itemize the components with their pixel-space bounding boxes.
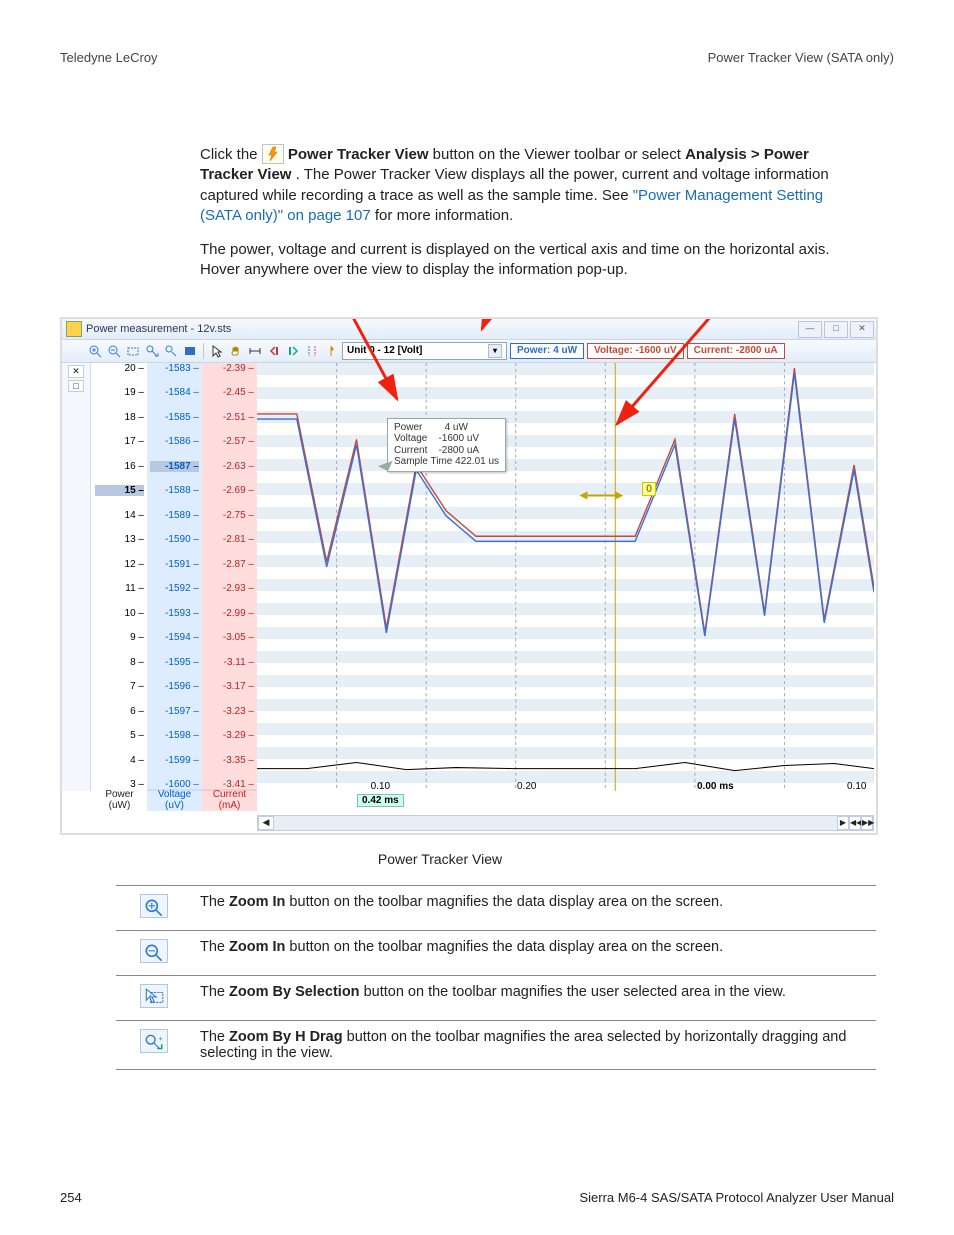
scroll-left-icon[interactable]: ◀ [258,816,274,830]
voltage-readout: Voltage: -1600 uV [587,343,684,359]
close-button[interactable]: ✕ [850,321,874,338]
zoom-vdrag-icon[interactable] [163,343,179,359]
scroll-ffwd-icon[interactable]: ▶▶ [861,816,873,830]
p1-mid: button on the Viewer toolbar or select [433,146,685,163]
toolbar: Unit 0 - 12 [Volt] ▾ Power: 4 uW Voltage… [62,340,876,363]
unit-dropdown-label: Unit 0 - 12 [Volt] [347,345,422,356]
axis-label-row: Power(uW) Voltage(uV) Current(mA) [92,789,257,811]
table-row: The Zoom By Selection button on the tool… [116,975,876,1020]
manual-title: Sierra M6-4 SAS/SATA Protocol Analyzer U… [579,1190,894,1205]
power-tracker-screenshot: Power measurement - 12v.sts — □ ✕ [60,317,878,835]
horizontal-scrollbar[interactable]: ◀ ▶ ◀◀ ▶▶ [257,815,874,831]
hover-tooltip: Power 4 uW Voltage -1600 uV Current -280… [387,418,506,472]
plot-svg [257,363,874,791]
y-axes: 20 –19 –18 –17 –16 –15 –14 –13 –12 –11 –… [92,363,257,791]
zoom-in-icon [140,894,168,918]
p1-end: for more information. [375,207,513,224]
current-axis: -2.39 –-2.45 –-2.51 –-2.57 –-2.63 –-2.69… [202,363,257,791]
maximize-button[interactable]: □ [824,321,848,338]
voltage-axis: -1583 –-1584 –-1585 –-1586 –-1587 –-1588… [147,363,202,791]
tool-description-table: The Zoom In button on the toolbar magnif… [116,885,876,1070]
scroll-play-icon[interactable]: ▶ [837,816,849,830]
zoom-in-icon[interactable] [87,343,103,359]
power-axis: 20 –19 –18 –17 –16 –15 –14 –13 –12 –11 –… [92,363,147,791]
figure-caption: Power Tracker View [340,851,540,867]
app-icon [66,321,82,337]
window-title: Power measurement - 12v.sts [86,323,231,335]
marker-add-icon[interactable] [323,343,339,359]
left-gutter: ✕□ [62,363,91,791]
table-row: The Zoom In button on the toolbar magnif… [116,885,876,930]
page-number: 254 [60,1190,82,1205]
current-readout: Current: -2800 uA [687,343,785,359]
header-right: Power Tracker View (SATA only) [708,50,894,65]
p2: The power, voltage and current is displa… [200,240,860,281]
table-row: The Zoom In button on the toolbar magnif… [116,930,876,975]
flag-prev-icon[interactable] [266,343,282,359]
svg-text:+: + [158,1033,163,1042]
fit-icon[interactable] [182,343,198,359]
marker-config-icon[interactable] [304,343,320,359]
flag-next-icon[interactable] [285,343,301,359]
chevron-down-icon: ▾ [488,344,502,358]
hand-icon[interactable] [228,343,244,359]
scroll-rew-icon[interactable]: ◀◀ [849,816,861,830]
main-content: Click the Power Tracker View button on t… [200,145,860,281]
marker-zero-label: 0 [642,482,656,496]
zoom-out-icon[interactable] [106,343,122,359]
zoom-by-selection-icon [140,984,168,1008]
power-readout: Power: 4 uW [510,343,584,359]
plot-area[interactable]: 0 Power 4 uW Voltage -1600 uV Current -2… [257,363,874,791]
unit-dropdown[interactable]: Unit 0 - 12 [Volt] ▾ [342,342,507,360]
span-icon[interactable] [247,343,263,359]
p1-btn-label: Power Tracker View [288,146,429,163]
zoom-hdrag-icon[interactable] [144,343,160,359]
power-tracker-view-icon [262,144,284,164]
time-axis: 0.100.42 ms 0.20 0.00 ms 0.10 [257,781,874,811]
minimize-button[interactable]: — [798,321,822,338]
pointer-icon[interactable] [209,343,225,359]
zoom-selection-icon[interactable] [125,343,141,359]
zoom-by-hdrag-icon: + [140,1029,168,1053]
chart-area[interactable]: 20 –19 –18 –17 –16 –15 –14 –13 –12 –11 –… [92,363,874,791]
table-row: + The Zoom By H Drag button on the toolb… [116,1020,876,1069]
zoom-out-icon [140,939,168,963]
window-titlebar: Power measurement - 12v.sts — □ ✕ [62,319,876,340]
p1-pre: Click the [200,146,262,163]
header-left: Teledyne LeCroy [60,50,158,65]
